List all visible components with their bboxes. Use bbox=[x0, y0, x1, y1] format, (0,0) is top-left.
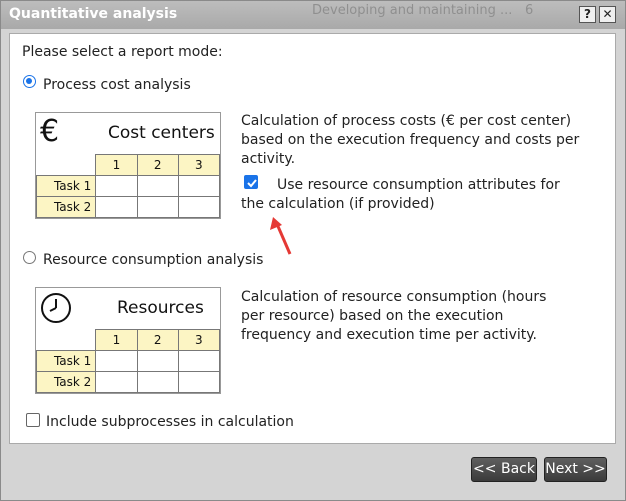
process-cost-radio[interactable] bbox=[23, 75, 36, 88]
include-subprocesses-checkbox[interactable] bbox=[26, 413, 40, 427]
back-button[interactable]: << Back bbox=[471, 457, 537, 482]
column-header: 2 bbox=[136, 154, 179, 176]
resource-consumption-radio[interactable] bbox=[23, 251, 36, 264]
quantitative-analysis-dialog: Quantitative analysis Developing and mai… bbox=[0, 0, 626, 501]
cost-centers-title: Cost centers bbox=[108, 123, 215, 143]
euro-icon: € bbox=[40, 115, 59, 145]
column-header: 1 bbox=[95, 329, 138, 351]
title-bar[interactable]: Quantitative analysis Developing and mai… bbox=[1, 1, 625, 29]
cost-centers-table: 1 2 3 Task 1 Task 2 bbox=[35, 154, 221, 218]
process-cost-label[interactable]: Process cost analysis bbox=[43, 77, 191, 93]
report-mode-panel: Please select a report mode: Process cos… bbox=[9, 33, 616, 444]
row-label: Task 1 bbox=[35, 350, 97, 372]
cost-centers-illustration: € Cost centers 1 2 3 Task 1 Task 2 bbox=[35, 112, 221, 219]
row-label: Task 2 bbox=[35, 371, 97, 393]
next-button[interactable]: Next >> bbox=[544, 457, 607, 482]
background-window-title: Developing and maintaining ... bbox=[312, 3, 513, 18]
resource-consumption-label[interactable]: Resource consumption analysis bbox=[43, 252, 263, 268]
column-header: 2 bbox=[136, 329, 179, 351]
close-button[interactable]: ✕ bbox=[599, 6, 616, 23]
resources-table: 1 2 3 Task 1 Task 2 bbox=[35, 329, 221, 393]
row-label: Task 2 bbox=[35, 196, 97, 218]
dialog-title: Quantitative analysis bbox=[9, 6, 178, 22]
annotation-arrow-icon bbox=[270, 217, 292, 255]
include-subprocesses-label[interactable]: Include subprocesses in calculation bbox=[46, 414, 294, 430]
report-mode-prompt: Please select a report mode: bbox=[22, 44, 223, 60]
svg-text:€: € bbox=[40, 115, 59, 145]
resources-title: Resources bbox=[117, 298, 204, 318]
use-resource-consumption-label[interactable]: Use resource consumption attributes for … bbox=[241, 176, 581, 214]
column-header: 3 bbox=[177, 329, 221, 351]
process-cost-description: Calculation of process costs (€ per cost… bbox=[241, 113, 580, 167]
help-button[interactable]: ? bbox=[579, 6, 596, 23]
column-header: 3 bbox=[177, 154, 221, 176]
resources-illustration: Resources 1 2 3 Task 1 Task 2 bbox=[35, 287, 221, 394]
resource-consumption-description: Calculation of resource consumption (hou… bbox=[241, 289, 547, 343]
column-header: 1 bbox=[95, 154, 138, 176]
row-label: Task 1 bbox=[35, 175, 97, 197]
clock-icon bbox=[41, 293, 71, 323]
background-window-count: 6 bbox=[525, 3, 534, 18]
